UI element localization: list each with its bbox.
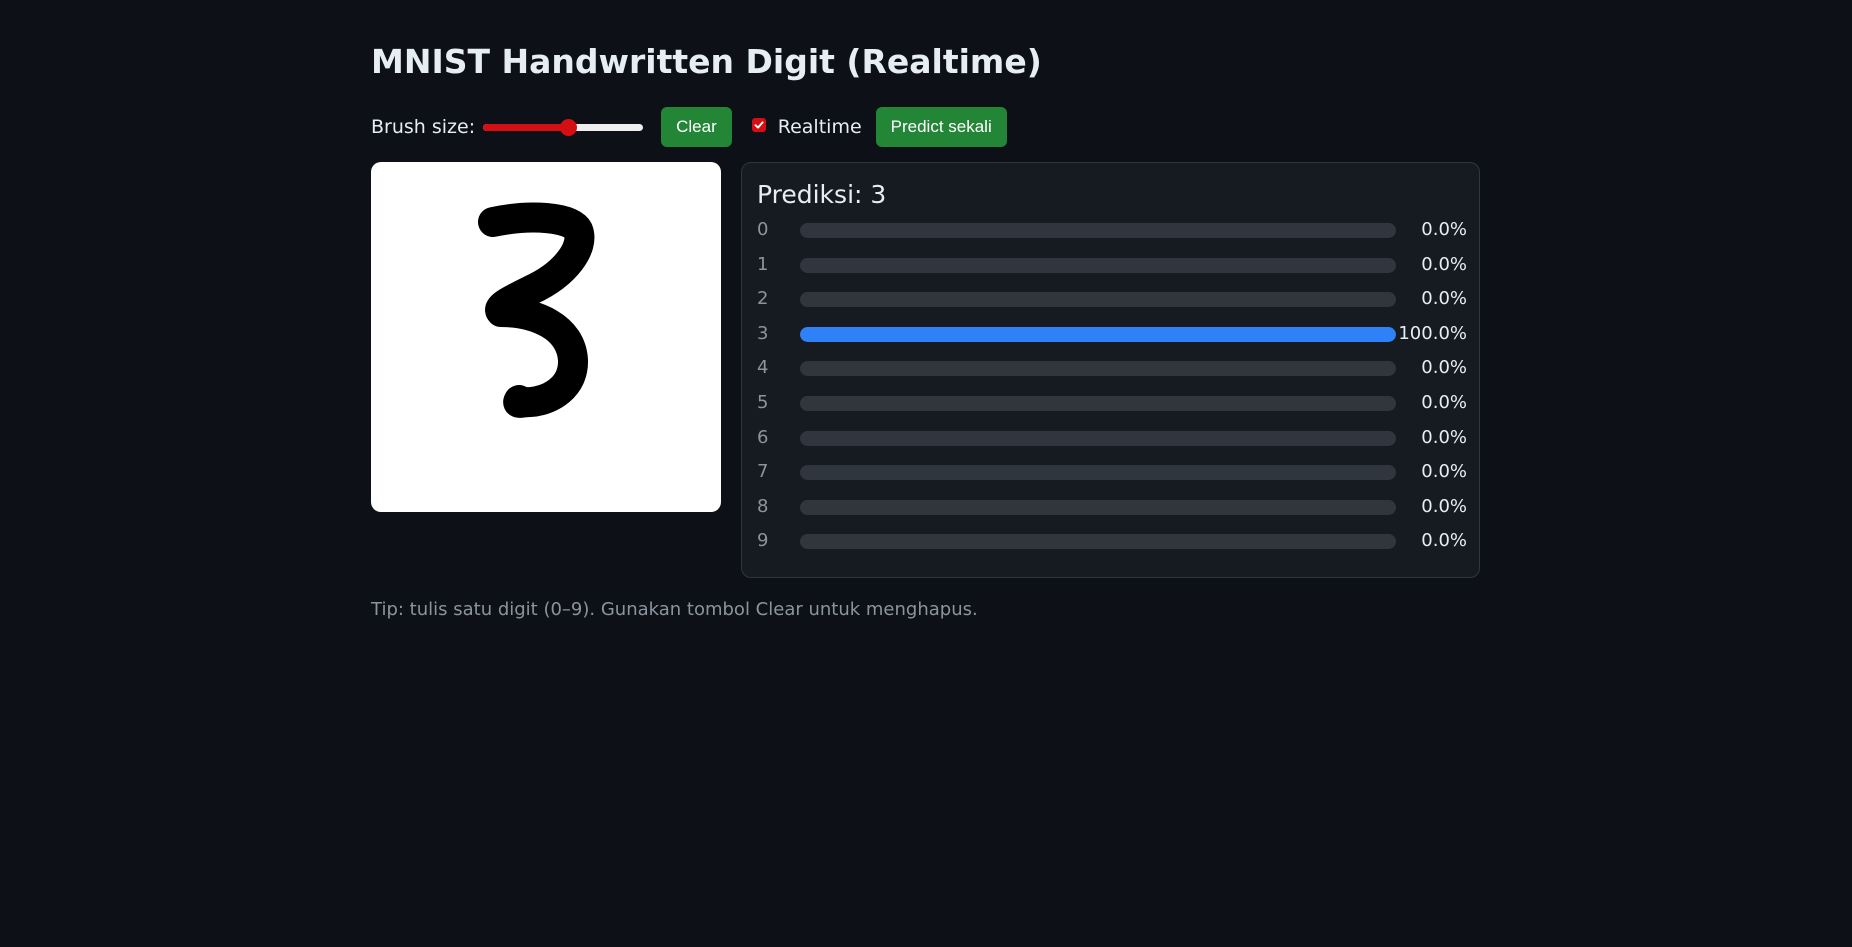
clear-button[interactable]: Clear [661,107,732,147]
probability-bar-track [800,326,1396,342]
probability-value: 0.0% [1421,392,1467,413]
brush-size-slider[interactable] [483,117,644,137]
probability-bar-track [800,257,1396,273]
digit-label: 5 [757,392,769,413]
realtime-checkbox[interactable] [751,118,766,132]
probability-row: 9 0.0% [757,526,1467,556]
probability-row: 7 0.0% [757,457,1467,487]
digit-label: 3 [757,322,769,344]
probability-bar-fill [800,326,1396,342]
digit-label: 9 [757,530,769,552]
probability-value: 0.0% [1421,253,1467,275]
page-title: MNIST Handwritten Digit (Realtime) [371,42,1042,81]
realtime-label: Realtime [777,116,862,138]
prediction-title: Prediksi: 3 [757,180,887,209]
probability-row: 1 0.0% [757,250,1467,280]
probability-bar-track [800,430,1396,446]
brush-size-label: Brush size: [371,116,476,138]
probability-bar-track [800,465,1396,481]
probability-row: 0 0.0% [757,215,1467,245]
checkmark-icon [754,121,764,129]
probability-value: 0.0% [1421,461,1467,483]
probability-row: 2 0.0% [757,284,1467,314]
probability-value: 0.0% [1421,288,1467,310]
digit-label: 8 [757,495,769,517]
digit-label: 6 [757,426,769,448]
probability-bar-track [800,292,1396,308]
handwritten-stroke [478,202,595,418]
digit-label: 7 [757,461,769,483]
slider-thumb[interactable] [559,119,577,136]
probability-bar-track [800,499,1396,515]
probability-value: 0.0% [1421,426,1467,448]
digit-label: 2 [757,288,769,310]
predict-once-button[interactable]: Predict sekali [875,107,1007,147]
probability-value: 0.0% [1421,495,1467,517]
digit-label: 1 [757,253,769,275]
probability-bar-track [800,361,1396,377]
drawing-canvas[interactable] [371,162,721,512]
probability-value: 0.0% [1421,357,1467,379]
probability-bar-track [800,223,1396,238]
probability-row: 3 100.0% [757,319,1467,349]
probability-row: 8 0.0% [757,492,1467,522]
probability-value: 0.0% [1421,219,1467,240]
controls-bar: Brush size: Clear Realtime Predict sekal… [371,107,1007,147]
probability-row: 4 0.0% [757,353,1467,383]
probability-value: 0.0% [1421,530,1467,552]
digit-label: 0 [757,219,769,240]
prediction-panel: Prediksi: 3 0 0.0% 1 0.0% 2 0.0% 3 100.0% 4 0.0% 5… [741,162,1480,578]
probability-value: 100.0% [1398,322,1467,344]
probability-bar-track [800,534,1396,550]
probability-row: 5 0.0% [757,388,1467,418]
probability-bar-track [800,396,1396,411]
tip-text: Tip: tulis satu digit (0–9). Gunakan tom… [371,599,978,620]
probability-row: 6 0.0% [757,423,1467,453]
digit-label: 4 [757,357,769,379]
slider-fill [483,124,568,131]
